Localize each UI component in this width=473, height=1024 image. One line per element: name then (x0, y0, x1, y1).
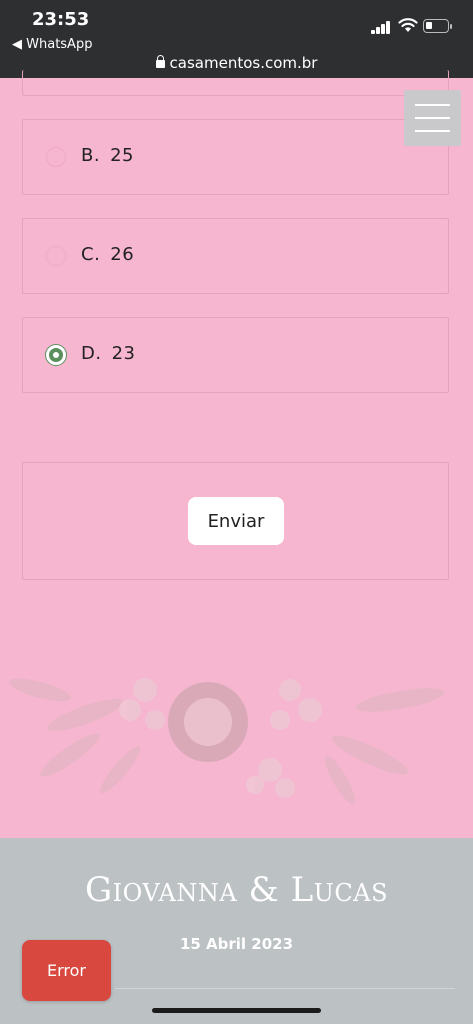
radio-button[interactable] (46, 246, 66, 266)
option-b[interactable]: B. 25 (22, 119, 449, 195)
radio-button[interactable] (46, 147, 66, 167)
status-bar: 23:53 ◀ WhatsApp casamentos.com.br (0, 0, 473, 78)
submit-card: Enviar (22, 462, 449, 580)
back-to-app-link[interactable]: ◀ WhatsApp (12, 37, 92, 52)
option-card-previous (22, 70, 449, 96)
option-label: B. 25 (81, 145, 134, 166)
error-button[interactable]: Error (22, 940, 111, 1001)
option-value: 26 (110, 244, 135, 265)
option-letter: C. (81, 244, 101, 265)
status-time: 23:53 (32, 9, 90, 30)
couple-names: Giovanna & Lucas (84, 870, 389, 910)
option-d[interactable]: D. 23 (22, 317, 449, 393)
battery-icon (423, 19, 452, 33)
option-c[interactable]: C. 26 (22, 218, 449, 294)
enviar-button[interactable]: Enviar (188, 497, 284, 545)
option-label: C. 26 (81, 244, 134, 265)
option-letter: B. (81, 145, 101, 166)
radio-button-selected[interactable] (46, 345, 66, 365)
footer-divider (115, 988, 455, 989)
home-indicator (152, 1008, 321, 1013)
lock-icon (155, 55, 165, 68)
signal-icon (371, 20, 393, 34)
hamburger-menu-button[interactable] (404, 90, 461, 146)
option-value: 23 (111, 343, 136, 364)
option-value: 25 (110, 145, 134, 166)
option-label: D. 23 (81, 343, 136, 364)
floral-decoration (9, 678, 445, 805)
wifi-icon (398, 18, 418, 32)
option-letter: D. (81, 343, 102, 364)
